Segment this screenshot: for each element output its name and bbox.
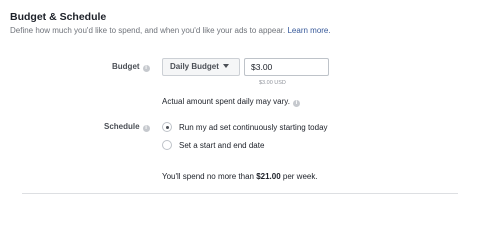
budget-label-row: Budget i [112, 62, 150, 72]
radio-unselected-icon[interactable] [162, 140, 172, 150]
currency-note: $3.00 USD [259, 80, 286, 86]
budget-note-text: Actual amount spent daily may vary. [162, 97, 290, 106]
learn-more-link[interactable]: Learn more. [287, 26, 330, 35]
info-icon[interactable]: i [292, 100, 300, 107]
schedule-option-date-range[interactable]: Set a start and end date [162, 140, 264, 150]
info-icon[interactable]: i [142, 125, 150, 132]
section-subtitle: Define how much you'd like to spend, and… [10, 26, 331, 35]
schedule-option-continuous[interactable]: Run my ad set continuously starting toda… [162, 122, 328, 132]
schedule-label-row: Schedule i [104, 122, 150, 132]
budget-label: Budget [112, 62, 140, 71]
info-icon[interactable]: i [142, 65, 150, 72]
schedule-option-label: Run my ad set continuously starting toda… [179, 123, 328, 132]
weekly-spend-summary: You'll spend no more than $21.00 per wee… [162, 172, 318, 181]
caret-down-icon [222, 64, 229, 68]
section-title: Budget & Schedule [10, 11, 107, 23]
budget-type-value: Daily Budget [170, 62, 219, 71]
budget-type-dropdown[interactable]: Daily Budget [162, 58, 240, 76]
summary-prefix: You'll spend no more than [162, 172, 257, 181]
radio-selected-icon[interactable] [162, 122, 172, 132]
section-divider [22, 193, 458, 194]
schedule-option-label: Set a start and end date [179, 141, 265, 150]
budget-variance-note: Actual amount spent daily may vary. i [162, 97, 300, 107]
budget-amount-input[interactable]: $3.00 [244, 58, 329, 76]
summary-suffix: per week. [280, 172, 318, 181]
summary-amount: $21.00 [256, 172, 281, 181]
section-description: Define how much you'd like to spend, and… [10, 26, 286, 35]
schedule-label: Schedule [104, 122, 140, 131]
